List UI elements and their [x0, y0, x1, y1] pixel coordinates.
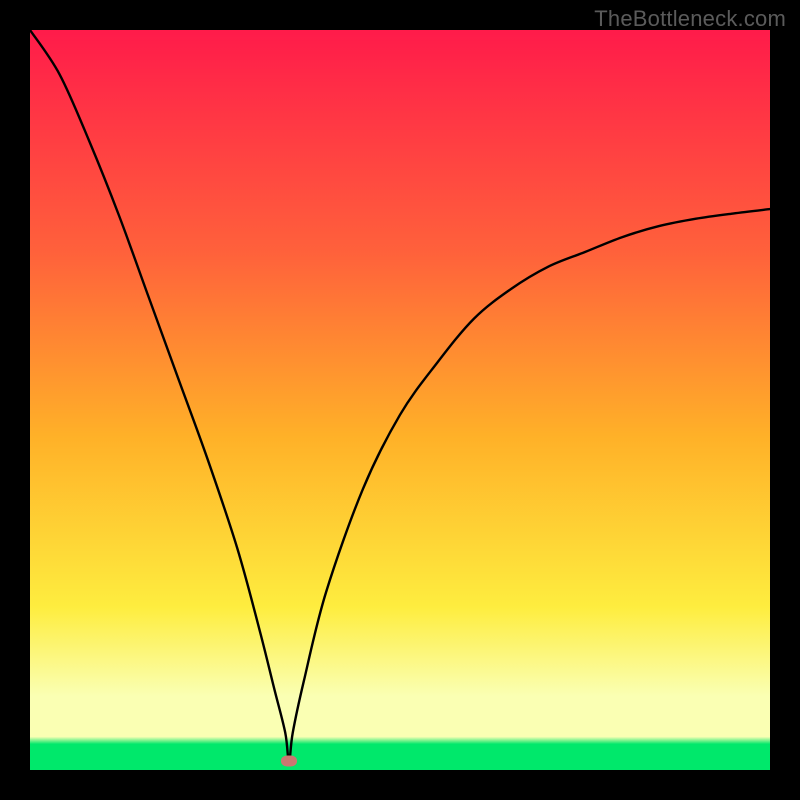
chart-stage: TheBottleneck.com — [0, 0, 800, 800]
bottleneck-curve — [30, 30, 770, 770]
watermark-text: TheBottleneck.com — [594, 6, 786, 32]
optimum-marker-icon — [281, 756, 297, 767]
plot-area — [30, 30, 770, 770]
